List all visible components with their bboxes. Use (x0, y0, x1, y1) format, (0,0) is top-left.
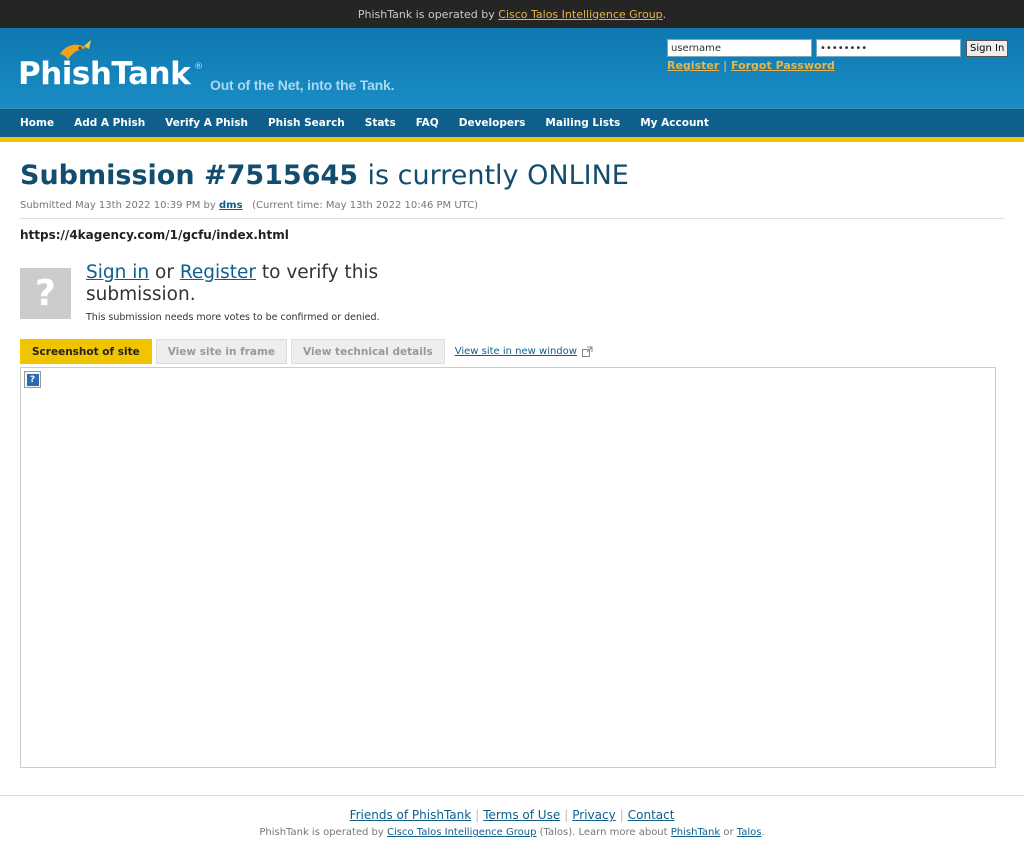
external-link-icon (581, 346, 593, 357)
logo-tagline: Out of the Net, into the Tank. (210, 77, 395, 93)
footer-contact-link[interactable]: Contact (628, 808, 675, 822)
nav-item-faq[interactable]: FAQ (406, 117, 449, 129)
cisco-talos-link[interactable]: Cisco Talos Intelligence Group (498, 8, 662, 21)
submission-meta: Submitted May 13th 2022 10:39 PM by dms … (20, 200, 1004, 219)
footer-terms-link[interactable]: Terms of Use (483, 808, 560, 822)
nav-item-home[interactable]: Home (10, 117, 64, 129)
footer-friends-link[interactable]: Friends of PhishTank (350, 808, 472, 822)
register-link[interactable]: Register (667, 59, 719, 72)
verify-sign-in-link[interactable]: Sign in (86, 262, 149, 283)
logo-wordmark: PhishTank (18, 56, 191, 92)
password-field[interactable] (816, 39, 961, 57)
operator-banner: PhishTank is operated by Cisco Talos Int… (0, 0, 1024, 28)
nav-item-mailing-lists[interactable]: Mailing Lists (535, 117, 630, 129)
main-content: Submission #7515645 is currently ONLINE … (0, 142, 1024, 768)
phish-url: https://4kagency.com/1/gcfu/index.html (20, 228, 289, 242)
phishtank-logo[interactable]: PhishTank ® Out of the Net, into the Tan… (18, 40, 398, 106)
forgot-password-link[interactable]: Forgot Password (731, 59, 835, 72)
verify-note: This submission needs more votes to be c… (86, 312, 380, 323)
broken-image-icon: ? (24, 371, 41, 388)
sign-in-button[interactable]: Sign In (966, 39, 1009, 57)
tab-screenshot[interactable]: Screenshot of site (20, 339, 152, 364)
submitted-text: Submitted May 13th 2022 10:39 PM by (20, 200, 216, 211)
footer-privacy-link[interactable]: Privacy (572, 808, 615, 822)
footer-note: PhishTank is operated by Cisco Talos Int… (0, 827, 1024, 838)
unknown-status-icon: ? (20, 268, 71, 319)
current-time: (Current time: May 13th 2022 10:46 PM UT… (252, 200, 479, 211)
footer-links: Friends of PhishTank | Terms of Use | Privac… (0, 808, 1024, 822)
tab-view-in-frame[interactable]: View site in frame (155, 339, 288, 364)
page-title: Submission #7515645 is currently ONLINE (20, 158, 1004, 194)
verify-prompt: ? Sign in or Register to verify this sub… (20, 262, 1004, 323)
nav-item-verify-a-phish[interactable]: Verify A Phish (155, 117, 258, 129)
registered-mark: ® (194, 62, 203, 72)
footer-cisco-talos-link[interactable]: Cisco Talos Intelligence Group (387, 827, 536, 838)
submission-number: Submission #7515645 (20, 160, 359, 191)
operator-banner-period: . (662, 7, 667, 21)
footer-note-prefix: PhishTank is operated by (259, 827, 384, 838)
footer-separator: | (475, 808, 480, 822)
footer-separator: | (619, 808, 624, 822)
site-header: PhishTank ® Out of the Net, into the Tan… (0, 28, 1024, 108)
login-links-separator: | (723, 59, 728, 72)
footer-separator: | (564, 808, 569, 822)
login-form: Sign In Register | Forgot Password (667, 39, 1009, 72)
view-tabs: Screenshot of site View site in frame Vi… (20, 339, 1004, 364)
footer-talos-link[interactable]: Talos (737, 827, 762, 838)
broken-image-glyph: ? (26, 373, 39, 386)
operator-banner-text: PhishTank is operated by (357, 7, 495, 21)
submitter-link[interactable]: dms (219, 200, 243, 211)
footer-note-or: or (723, 827, 734, 838)
site-screenshot-frame: ? (20, 367, 996, 768)
nav-item-stats[interactable]: Stats (355, 117, 406, 129)
nav-item-developers[interactable]: Developers (449, 117, 536, 129)
verify-register-link[interactable]: Register (180, 262, 256, 283)
footer-phishtank-link[interactable]: PhishTank (671, 827, 720, 838)
nav-item-my-account[interactable]: My Account (630, 117, 719, 129)
username-field[interactable] (667, 39, 812, 57)
footer-note-middle: (Talos). Learn more about (539, 827, 668, 838)
verify-or-text: or (155, 262, 174, 283)
tab-technical-details[interactable]: View technical details (291, 339, 445, 364)
submission-status: is currently ONLINE (367, 160, 629, 191)
verify-heading: Sign in or Register to verify this submi… (86, 262, 406, 306)
main-nav: Home Add A Phish Verify A Phish Phish Se… (0, 108, 1024, 142)
nav-item-phish-search[interactable]: Phish Search (258, 117, 355, 129)
site-footer: Friends of PhishTank | Terms of Use | Privac… (0, 795, 1024, 838)
nav-item-add-a-phish[interactable]: Add A Phish (64, 117, 155, 129)
footer-note-end: . (761, 827, 765, 838)
new-window-link[interactable]: View site in new window (455, 346, 577, 357)
